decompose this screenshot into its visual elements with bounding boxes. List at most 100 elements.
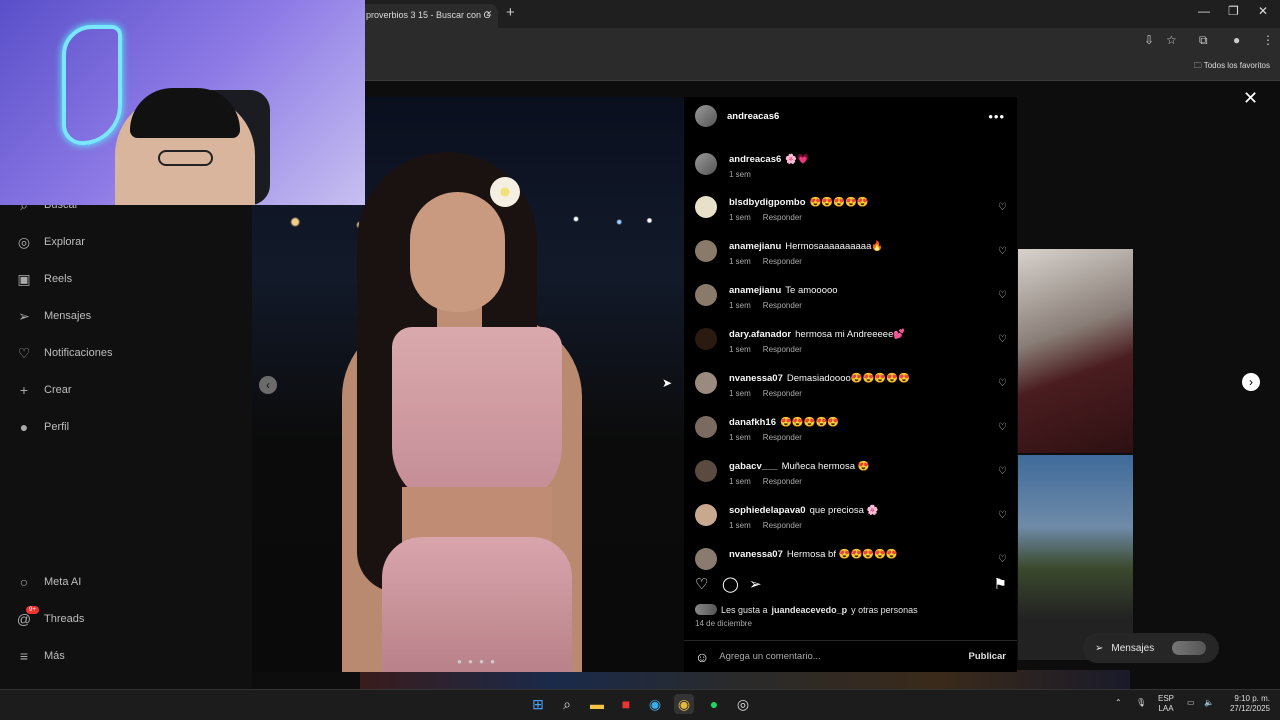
avatar[interactable]: [695, 460, 717, 482]
tray-chevron-icon[interactable]: ⌃: [1115, 698, 1122, 708]
author-username[interactable]: andreacas6: [727, 111, 779, 122]
sidebar-item-reels[interactable]: ▣ Reels: [16, 268, 72, 290]
reply-button[interactable]: Responder: [763, 433, 802, 442]
clock-date: 27/12/2025: [1229, 704, 1270, 713]
streamer-glasses: [158, 150, 213, 166]
like-comment-icon[interactable]: ♡: [998, 202, 1007, 213]
comment-row: anamejianu Hermosaaaaaaaaaa🔥 1 sem Responde…: [695, 240, 1015, 284]
sidebar-item-create[interactable]: + Crear: [16, 379, 72, 401]
comment-username[interactable]: dary.afanador: [729, 329, 791, 340]
avatar[interactable]: [695, 153, 717, 175]
caption-text: 🌸💗: [785, 154, 809, 165]
file-explorer-icon[interactable]: ▬: [587, 694, 607, 714]
like-comment-icon[interactable]: ♡: [998, 554, 1007, 565]
minimize-icon[interactable]: —: [1198, 4, 1210, 18]
chrome-icon[interactable]: ◉: [674, 694, 694, 714]
reply-button[interactable]: Responder: [763, 389, 802, 398]
menu-dots-icon[interactable]: ⋮: [1262, 33, 1274, 47]
comment-username[interactable]: anamejianu: [729, 285, 781, 296]
avatar[interactable]: [695, 328, 717, 350]
comment-text: Te amooooo: [785, 285, 838, 296]
grid-thumbnail[interactable]: [1018, 455, 1133, 660]
search-icon[interactable]: ⌕: [557, 694, 577, 714]
sidebar-label: Más: [44, 650, 65, 662]
avatar[interactable]: [695, 372, 717, 394]
reply-button[interactable]: Responder: [763, 345, 802, 354]
comment-input[interactable]: Agrega un comentario...: [719, 651, 820, 662]
sidebar-item-meta-ai[interactable]: ○ Meta AI: [16, 571, 82, 593]
sidebar-item-messages[interactable]: ➢ Mensajes: [16, 305, 91, 327]
sidebar-item-more[interactable]: ≡ Más: [16, 645, 65, 667]
sidebar-item-profile[interactable]: ● Perfil: [16, 416, 69, 438]
like-comment-icon[interactable]: ♡: [998, 378, 1007, 389]
spotify-icon[interactable]: ●: [704, 694, 724, 714]
comment-username[interactable]: nvanessa07: [729, 549, 783, 560]
like-comment-icon[interactable]: ♡: [998, 510, 1007, 521]
reply-button[interactable]: Responder: [763, 521, 802, 530]
emoji-icon[interactable]: ☺: [695, 649, 709, 665]
obs-icon[interactable]: ◎: [733, 694, 753, 714]
like-comment-icon[interactable]: ♡: [998, 290, 1007, 301]
likes-username[interactable]: juandeacevedo_p: [772, 605, 848, 615]
comment-username[interactable]: anamejianu: [729, 241, 781, 252]
reply-button[interactable]: Responder: [763, 477, 802, 486]
sidebar-item-notifications[interactable]: ♡ Notificaciones: [16, 342, 113, 364]
clock[interactable]: 9:10 p. m. 27/12/2025: [1224, 694, 1270, 714]
install-app-icon[interactable]: ⇩: [1144, 33, 1154, 47]
avatar[interactable]: [695, 548, 717, 570]
close-modal-icon[interactable]: ✕: [1243, 88, 1258, 109]
threads-badge: 9+: [26, 606, 39, 614]
like-comment-icon[interactable]: ♡: [998, 466, 1007, 477]
post-header: andreacas6 •••: [684, 97, 1017, 135]
reply-button[interactable]: Responder: [763, 301, 802, 310]
reply-button[interactable]: Responder: [763, 213, 802, 222]
app-red-icon[interactable]: ■: [616, 694, 636, 714]
comment-username[interactable]: gabacv___: [729, 461, 778, 472]
grid-thumbnail[interactable]: [1018, 249, 1133, 453]
star-icon[interactable]: ☆: [1166, 33, 1177, 47]
neon-light: [62, 25, 122, 145]
reply-button[interactable]: Responder: [763, 257, 802, 266]
edge-icon[interactable]: ◉: [645, 694, 665, 714]
comment-row: dary.afanador hermosa mi Andreeeee💕 1 sem R…: [695, 328, 1015, 372]
comment-username[interactable]: sophiedelapava0: [729, 505, 806, 516]
new-tab-button[interactable]: +: [506, 4, 515, 21]
avatar[interactable]: [695, 240, 717, 262]
carousel-dots: ● ● ● ●: [457, 657, 497, 666]
close-tab-icon[interactable]: ×: [486, 8, 492, 20]
like-comment-icon[interactable]: ♡: [998, 422, 1007, 433]
profile-icon[interactable]: ●: [1233, 33, 1240, 47]
like-comment-icon[interactable]: ♡: [998, 334, 1007, 345]
browser-tab[interactable]: proverbios 3 15 - Buscar con G ×: [358, 4, 498, 28]
volume-icon[interactable]: 🔈: [1204, 698, 1214, 708]
language-indicator[interactable]: ESP LAA: [1158, 694, 1174, 714]
extensions-icon[interactable]: ⧉: [1199, 33, 1208, 48]
tab-title: proverbios 3 15 - Buscar con G: [366, 10, 491, 20]
caption-username[interactable]: andreacas6: [729, 154, 781, 165]
messages-label: Mensajes: [1111, 642, 1155, 654]
windows-start-icon[interactable]: ⊞: [528, 694, 548, 714]
comment-username[interactable]: blsdbydigpombo: [729, 197, 806, 208]
comment-username[interactable]: nvanessa07: [729, 373, 783, 384]
avatar[interactable]: [695, 284, 717, 306]
avatar[interactable]: [695, 504, 717, 526]
publish-button[interactable]: Publicar: [969, 651, 1007, 662]
messages-button[interactable]: ➢ Mensajes: [1083, 633, 1219, 663]
more-options-icon[interactable]: •••: [988, 109, 1005, 124]
next-post-button[interactable]: ›: [1242, 373, 1260, 391]
like-comment-icon[interactable]: ♡: [998, 246, 1007, 257]
network-icon[interactable]: ▭: [1187, 698, 1195, 708]
microphone-icon[interactable]: 🎙: [1136, 698, 1146, 708]
prev-photo-button[interactable]: ‹: [259, 376, 277, 394]
comment-time: 1 sem: [729, 433, 751, 442]
close-window-icon[interactable]: ✕: [1258, 4, 1268, 18]
restore-icon[interactable]: ❐: [1228, 4, 1239, 18]
all-bookmarks[interactable]: 🗀 Todos los favoritos: [1194, 60, 1270, 74]
likes-suffix[interactable]: y otras personas: [851, 605, 918, 615]
comment-username[interactable]: danafkh16: [729, 417, 776, 428]
avatar[interactable]: [695, 196, 717, 218]
sidebar-label: Notificaciones: [44, 347, 113, 359]
sidebar-item-explore[interactable]: ◎ Explorar: [16, 231, 85, 253]
avatar[interactable]: [695, 416, 717, 438]
avatar[interactable]: [695, 105, 717, 127]
